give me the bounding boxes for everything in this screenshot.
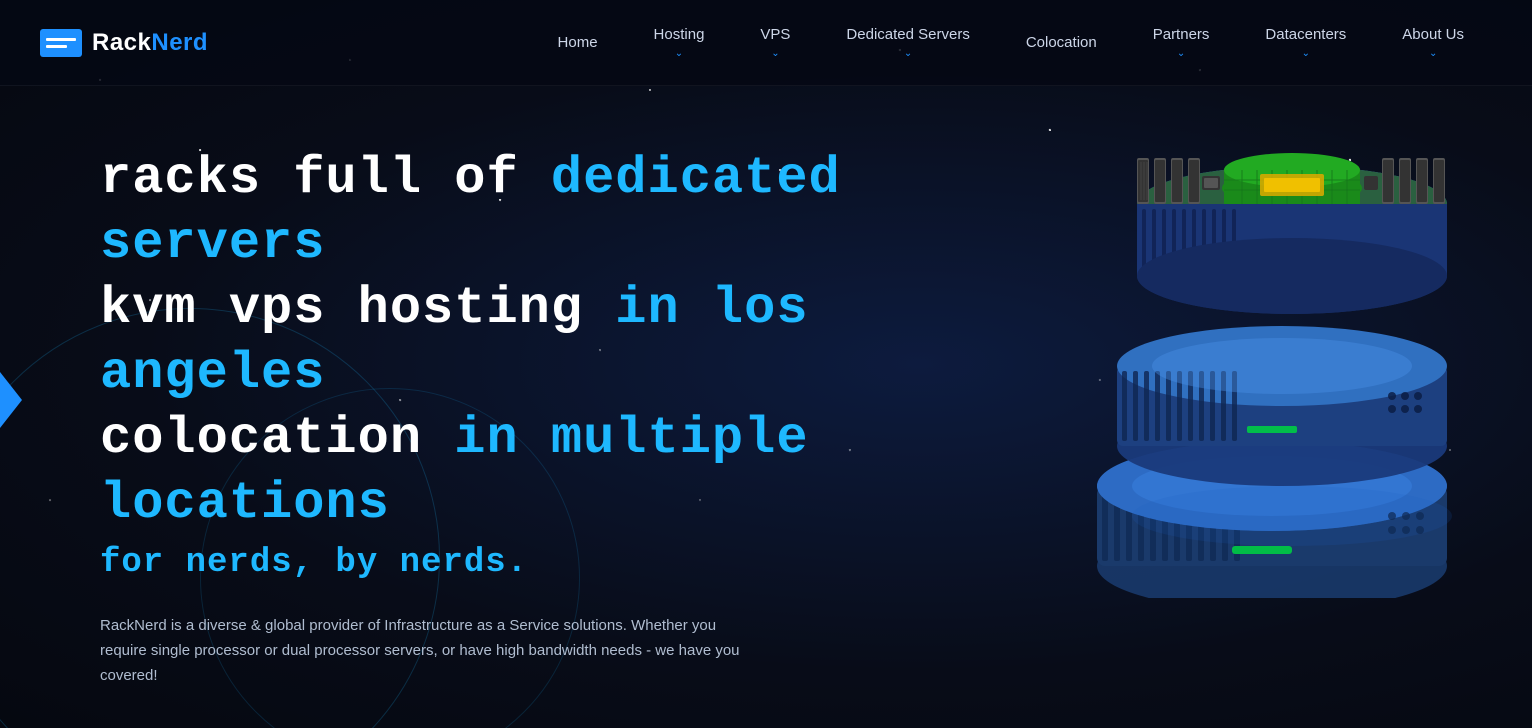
nav-item-partners: Partners ⌄: [1125, 26, 1238, 60]
logo-icon: [40, 29, 82, 57]
nav-link-dedicated[interactable]: Dedicated Servers ⌄: [818, 26, 997, 60]
hero-content: racks full of dedicated servers kvm vps …: [0, 86, 1050, 728]
nav-link-partners[interactable]: Partners ⌄: [1125, 26, 1238, 60]
nav-link-home[interactable]: Home: [530, 34, 626, 52]
chevron-down-icon: ⌄: [1177, 48, 1185, 60]
navbar: RackNerd Home Hosting ⌄ VPS ⌄: [0, 0, 1532, 86]
hero-tagline: for nerds, by nerds.: [100, 544, 990, 582]
nav-item-vps: VPS ⌄: [732, 26, 818, 60]
chevron-down-icon: ⌄: [904, 48, 912, 60]
nav-item-home: Home: [530, 34, 626, 52]
hero-headline: racks full of dedicated servers kvm vps …: [100, 146, 990, 536]
logo-link[interactable]: RackNerd: [40, 29, 208, 57]
nav-links: Home Hosting ⌄ VPS ⌄ Dedicated Servers ⌄: [530, 26, 1492, 60]
nav-item-hosting: Hosting ⌄: [626, 26, 733, 60]
nav-item-dedicated: Dedicated Servers ⌄: [818, 26, 997, 60]
nav-link-colocation[interactable]: Colocation: [998, 34, 1125, 52]
nav-item-about: About Us ⌄: [1374, 26, 1492, 60]
nav-item-datacenters: Datacenters ⌄: [1237, 26, 1374, 60]
nav-link-hosting[interactable]: Hosting ⌄: [626, 26, 733, 60]
chevron-down-icon: ⌄: [1429, 48, 1437, 60]
chevron-down-icon: ⌄: [771, 48, 779, 60]
server-illustration: [1012, 86, 1532, 598]
chevron-down-icon: ⌄: [1302, 48, 1310, 60]
nav-link-vps[interactable]: VPS ⌄: [732, 26, 818, 60]
nav-link-about[interactable]: About Us ⌄: [1374, 26, 1492, 60]
nav-link-datacenters[interactable]: Datacenters ⌄: [1237, 26, 1374, 60]
hero-description: RackNerd is a diverse & global provider …: [100, 614, 740, 688]
chevron-down-icon: ⌄: [675, 48, 683, 60]
hero-section: RackNerd Home Hosting ⌄ VPS ⌄: [0, 0, 1532, 728]
logo-text: RackNerd: [92, 29, 208, 57]
nav-item-colocation: Colocation: [998, 34, 1125, 52]
